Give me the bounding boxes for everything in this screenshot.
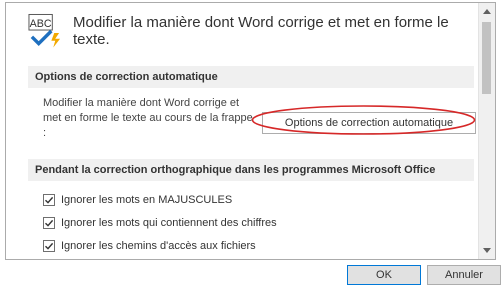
checkmark-icon — [45, 242, 54, 250]
svg-text:ABC: ABC — [30, 18, 52, 30]
header-text: Modifier la manière dont Word corrige et… — [73, 14, 449, 48]
scroll-down-icon[interactable] — [479, 242, 495, 259]
scroll-up-icon[interactable] — [479, 3, 495, 20]
check-label: Ignorer les chemins d'accès aux fichiers — [61, 240, 256, 252]
autocorrect-description: Modifier la manière dont Word corrige et… — [43, 97, 253, 139]
checkmark-icon — [45, 219, 54, 227]
checkbox[interactable] — [43, 240, 55, 252]
spelling-section-title: Pendant la correction orthographique dan… — [28, 159, 474, 181]
autocorrect-options-label: Options de correction automatique — [284, 117, 454, 129]
vertical-scrollbar[interactable] — [478, 3, 495, 259]
autocorrect-section-title: Options de correction automatique — [28, 66, 474, 88]
panel-header: ABC Modifier la manière dont Word corrig… — [28, 13, 478, 49]
check-label: Ignorer les mots en MAJUSCULES — [61, 194, 233, 206]
check-label: Ignorer les mots qui contiennent des chi… — [61, 217, 277, 229]
checkbox[interactable] — [43, 194, 55, 206]
check-row-numbers[interactable]: Ignorer les mots qui contiennent des chi… — [43, 214, 277, 232]
abc-proofing-icon: ABC — [28, 13, 61, 48]
autocorrect-options-button[interactable]: Options de correction automatique — [262, 112, 476, 134]
check-row-file-paths[interactable]: Ignorer les chemins d'accès aux fichiers — [43, 237, 256, 255]
check-row-uppercase[interactable]: Ignorer les mots en MAJUSCULES — [43, 191, 232, 209]
options-dialog-panel: ABC Modifier la manière dont Word corrig… — [5, 2, 496, 260]
checkbox[interactable] — [43, 217, 55, 229]
cancel-button[interactable]: Annuler — [427, 265, 501, 285]
scroll-thumb[interactable] — [482, 22, 491, 94]
ok-button[interactable]: OK — [347, 265, 421, 285]
checkmark-icon — [45, 196, 54, 204]
scroll-content: ABC Modifier la manière dont Word corrig… — [6, 3, 478, 259]
